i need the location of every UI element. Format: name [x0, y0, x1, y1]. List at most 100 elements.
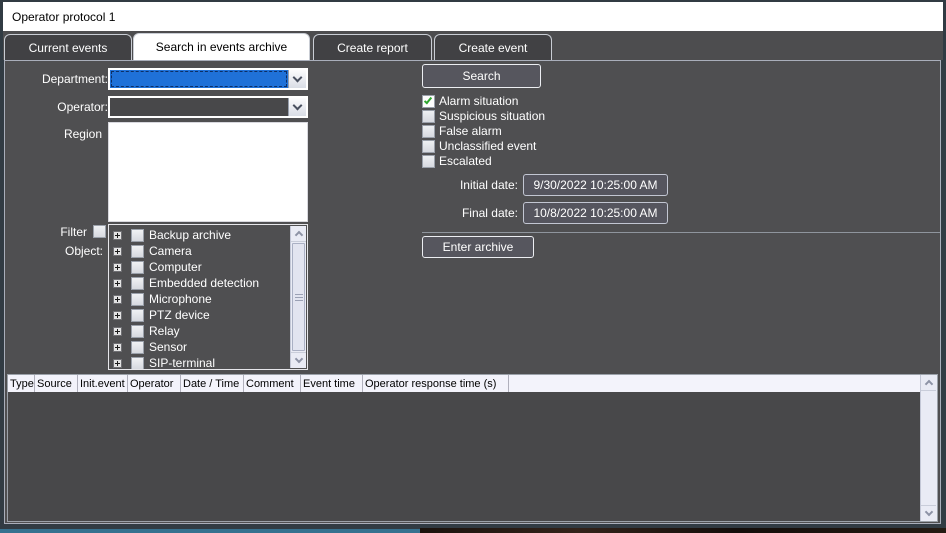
checkbox-suspicious-situation[interactable]: Suspicious situation — [422, 109, 545, 123]
scroll-up-icon[interactable] — [291, 226, 306, 242]
tree-checkbox[interactable] — [131, 245, 144, 258]
column-header-init-event[interactable]: Init.event — [78, 375, 128, 392]
column-header-operator-response-time[interactable]: Operator response time (s) — [363, 375, 509, 392]
department-label: Department: — [15, 72, 108, 86]
checkbox[interactable] — [422, 155, 435, 168]
region-label: Region — [15, 127, 102, 141]
tree-item-camera[interactable]: Camera — [109, 243, 307, 259]
checkbox-label: Alarm situation — [439, 94, 518, 108]
filter-label: Filter — [35, 225, 87, 239]
tree-checkbox[interactable] — [131, 341, 144, 354]
expand-plus-icon[interactable] — [113, 247, 122, 256]
operator-select[interactable] — [108, 96, 308, 118]
tree-checkbox[interactable] — [131, 357, 144, 370]
filter-checkbox-row[interactable] — [93, 224, 106, 238]
checkbox-unclassified-event[interactable]: Unclassified event — [422, 139, 536, 153]
department-select[interactable] — [108, 68, 308, 90]
tree-item-backup-archive[interactable]: Backup archive — [109, 227, 307, 243]
checkbox[interactable] — [422, 125, 435, 138]
column-header-type[interactable]: Type — [8, 375, 35, 392]
desktop-background — [0, 528, 946, 533]
search-button[interactable]: Search — [422, 64, 541, 88]
tree-checkbox[interactable] — [131, 293, 144, 306]
tree-item-label: PTZ device — [149, 308, 210, 322]
chevron-down-icon — [293, 100, 303, 110]
expand-plus-icon[interactable] — [113, 263, 122, 272]
operator-dropdown-button[interactable] — [288, 98, 306, 116]
checkbox-false-alarm[interactable]: False alarm — [422, 124, 502, 138]
tree-checkbox[interactable] — [131, 309, 144, 322]
events-table: Type Source Init.event Operator Date / T… — [7, 374, 938, 522]
column-header-event-time[interactable]: Event time — [301, 375, 363, 392]
scrollbar-thumb[interactable] — [292, 243, 305, 351]
tree-item-label: Computer — [149, 260, 202, 274]
operator-selected-value — [110, 98, 288, 116]
tree-item-ptz-device[interactable]: PTZ device — [109, 307, 307, 323]
enter-archive-button[interactable]: Enter archive — [422, 236, 534, 258]
tab-create-report[interactable]: Create report — [313, 34, 432, 60]
checkbox-escalated[interactable]: Escalated — [422, 154, 492, 168]
expand-plus-icon[interactable] — [113, 343, 122, 352]
tree-checkbox[interactable] — [131, 229, 144, 242]
chevron-down-icon — [293, 72, 303, 82]
checkbox-alarm-situation[interactable]: Alarm situation — [422, 94, 518, 108]
checkbox[interactable] — [422, 95, 435, 108]
checkbox-label: Escalated — [439, 154, 492, 168]
tree-item-label: Microphone — [149, 292, 212, 306]
column-header-filler — [509, 375, 937, 392]
tab-label: Search in events archive — [156, 40, 287, 54]
tab-label: Create event — [459, 41, 528, 55]
tree-item-relay[interactable]: Relay — [109, 323, 307, 339]
tab-current-events[interactable]: Current events — [4, 34, 132, 60]
window-titlebar: Operator protocol 1 — [3, 2, 943, 31]
tree-item-computer[interactable]: Computer — [109, 259, 307, 275]
tree-item-sensor[interactable]: Sensor — [109, 339, 307, 355]
expand-plus-icon[interactable] — [113, 279, 122, 288]
search-archive-panel: Department: Operator: Region Filter Obje… — [4, 60, 941, 524]
initial-date-picker[interactable]: 9/30/2022 10:25:00 AM — [523, 174, 668, 196]
tab-search-in-events-archive[interactable]: Search in events archive — [133, 33, 310, 60]
column-header-date-time[interactable]: Date / Time — [181, 375, 244, 392]
tab-label: Create report — [337, 41, 408, 55]
tree-checkbox[interactable] — [131, 277, 144, 290]
checkbox[interactable] — [422, 110, 435, 123]
tree-item-microphone[interactable]: Microphone — [109, 291, 307, 307]
tree-scrollbar[interactable] — [290, 226, 306, 368]
events-table-body — [8, 392, 920, 521]
expand-plus-icon[interactable] — [113, 231, 122, 240]
tree-checkbox[interactable] — [131, 325, 144, 338]
tree-item-sip-terminal[interactable]: SIP-terminal — [109, 355, 307, 370]
checkbox[interactable] — [422, 140, 435, 153]
expand-plus-icon[interactable] — [113, 295, 122, 304]
table-scrollbar[interactable] — [920, 375, 937, 521]
department-dropdown-button[interactable] — [288, 70, 306, 88]
object-tree: Backup archive Camera Computer Embedded … — [108, 224, 308, 370]
tab-strip: Current events Search in events archive … — [3, 31, 943, 60]
tree-item-label: Backup archive — [149, 228, 231, 242]
scroll-down-icon[interactable] — [921, 505, 936, 521]
checkbox-label: Suspicious situation — [439, 109, 545, 123]
separator-line — [422, 232, 940, 233]
column-header-comment[interactable]: Comment — [244, 375, 301, 392]
tab-create-event[interactable]: Create event — [434, 34, 552, 60]
expand-plus-icon[interactable] — [113, 327, 122, 336]
tree-item-label: Sensor — [149, 340, 187, 354]
tab-label: Current events — [29, 41, 108, 55]
column-header-operator[interactable]: Operator — [128, 375, 181, 392]
column-header-source[interactable]: Source — [35, 375, 78, 392]
desktop-background-left — [0, 529, 420, 533]
scroll-down-icon[interactable] — [291, 352, 306, 368]
region-listbox[interactable] — [108, 122, 308, 222]
desktop-background-right — [420, 528, 946, 533]
check-icon — [424, 95, 432, 104]
final-date-picker[interactable]: 10/8/2022 10:25:00 AM — [523, 202, 668, 224]
thumb-grip-icon — [295, 294, 303, 301]
tree-checkbox[interactable] — [131, 261, 144, 274]
filter-checkbox[interactable] — [93, 225, 106, 238]
expand-plus-icon[interactable] — [113, 359, 122, 368]
department-selected-value — [110, 70, 288, 88]
tree-item-embedded-detection[interactable]: Embedded detection — [109, 275, 307, 291]
scroll-up-icon[interactable] — [921, 375, 936, 391]
window-title: Operator protocol 1 — [12, 10, 115, 24]
expand-plus-icon[interactable] — [113, 311, 122, 320]
